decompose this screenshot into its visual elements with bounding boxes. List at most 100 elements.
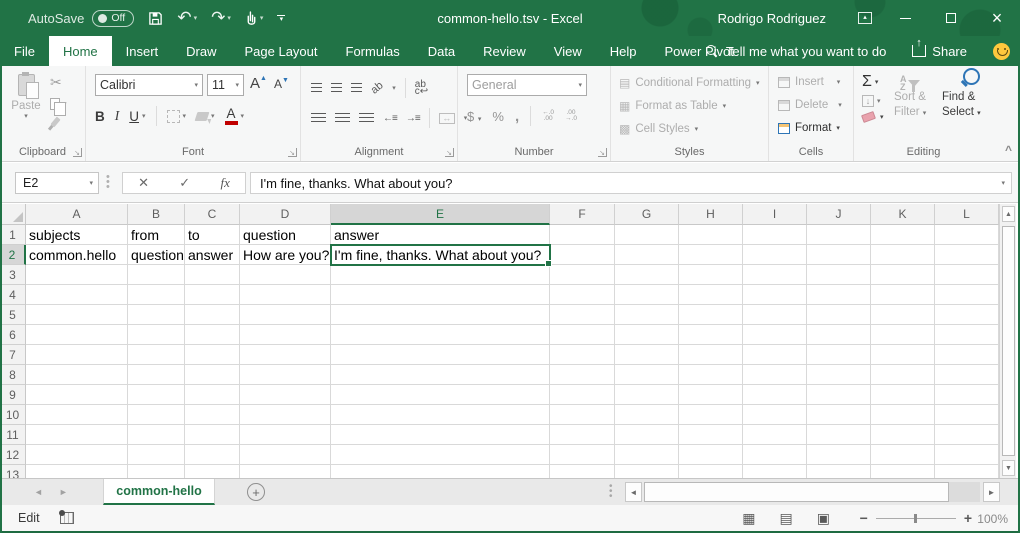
cell-A12[interactable] [26, 445, 128, 465]
cell-E1[interactable]: answer [331, 225, 550, 245]
cell-G8[interactable] [615, 365, 679, 385]
cell-D9[interactable] [240, 385, 331, 405]
tab-review[interactable]: Review [469, 36, 540, 66]
cell-H4[interactable] [679, 285, 743, 305]
orientation-button[interactable]: ab [369, 79, 386, 96]
cell-L1[interactable] [935, 225, 999, 245]
cell-G9[interactable] [615, 385, 679, 405]
share-button[interactable]: Share [912, 44, 967, 59]
cell-L9[interactable] [935, 385, 999, 405]
scroll-right-button[interactable]: ► [983, 482, 1000, 502]
cell-K9[interactable] [871, 385, 935, 405]
cell-C11[interactable] [185, 425, 240, 445]
cell-G6[interactable] [615, 325, 679, 345]
cell-C4[interactable] [185, 285, 240, 305]
select-all-corner[interactable] [0, 204, 26, 225]
cell-K5[interactable] [871, 305, 935, 325]
cell-A8[interactable] [26, 365, 128, 385]
column-header-F[interactable]: F [550, 204, 615, 225]
cell-L12[interactable] [935, 445, 999, 465]
merge-center-button[interactable]: ↔ [439, 113, 455, 124]
cell-K13[interactable] [871, 465, 935, 478]
cell-I13[interactable] [743, 465, 807, 478]
scroll-up-button[interactable]: ▲ [1002, 206, 1015, 222]
expand-formula-bar-icon[interactable]: ▾ [1001, 179, 1005, 187]
cell-A10[interactable] [26, 405, 128, 425]
tab-insert[interactable]: Insert [112, 36, 173, 66]
cell-J12[interactable] [807, 445, 871, 465]
tab-scroll-splitter[interactable]: ••• [609, 484, 613, 499]
column-header-E[interactable]: E [331, 204, 550, 225]
zoom-percentage[interactable]: 100% [977, 512, 1008, 526]
signed-in-user[interactable]: Rodrigo Rodriguez [718, 11, 826, 26]
decrease-decimal-button[interactable]: .00 →.0 [565, 110, 577, 122]
cell-G5[interactable] [615, 305, 679, 325]
row-header-10[interactable]: 10 [0, 405, 26, 425]
autosum-button[interactable]: Σ▾ [862, 74, 884, 89]
number-dialog-launcher[interactable] [598, 148, 607, 157]
tab-data[interactable]: Data [414, 36, 469, 66]
zoom-slider[interactable] [876, 518, 956, 519]
format-dropdown-icon[interactable]: ▾ [836, 124, 840, 132]
column-header-J[interactable]: J [807, 204, 871, 225]
column-header-H[interactable]: H [679, 204, 743, 225]
cut-button[interactable]: ✂ [50, 74, 67, 91]
cell-E5[interactable] [331, 305, 550, 325]
cell-B5[interactable] [128, 305, 185, 325]
bottom-align-icon[interactable] [351, 83, 362, 93]
cell-F11[interactable] [550, 425, 615, 445]
tab-view[interactable]: View [540, 36, 596, 66]
cell-G11[interactable] [615, 425, 679, 445]
horizontal-scrollbar[interactable]: ◄ ► [625, 482, 1000, 502]
row-header-13[interactable]: 13 [0, 465, 26, 478]
cell-I11[interactable] [743, 425, 807, 445]
tell-me-box[interactable]: Tell me what you want to do [706, 44, 886, 59]
cell-D2[interactable]: How are you? [240, 245, 331, 265]
clipboard-dialog-launcher[interactable] [73, 148, 82, 157]
cell-K4[interactable] [871, 285, 935, 305]
cell-E7[interactable] [331, 345, 550, 365]
row-header-5[interactable]: 5 [0, 305, 26, 325]
row-header-9[interactable]: 9 [0, 385, 26, 405]
cell-K6[interactable] [871, 325, 935, 345]
row-header-2[interactable]: 2 [0, 245, 26, 265]
column-header-K[interactable]: K [871, 204, 935, 225]
cell-G4[interactable] [615, 285, 679, 305]
comma-style-button[interactable]: , [515, 108, 519, 125]
cell-B13[interactable] [128, 465, 185, 478]
sort-filter-button[interactable]: Sort &Filter ▾ [894, 90, 926, 121]
cell-A13[interactable] [26, 465, 128, 478]
save-button[interactable] [148, 11, 163, 26]
cell-J7[interactable] [807, 345, 871, 365]
cell-C1[interactable]: to [185, 225, 240, 245]
orientation-dropdown-icon[interactable]: ▾ [392, 84, 396, 92]
tab-help[interactable]: Help [596, 36, 651, 66]
row-header-6[interactable]: 6 [0, 325, 26, 345]
undo-dropdown-icon[interactable]: ▾ [194, 14, 198, 22]
cell-H2[interactable] [679, 245, 743, 265]
redo-dropdown-icon[interactable]: ▾ [227, 14, 231, 22]
bold-button[interactable]: B [95, 109, 105, 124]
cell-E6[interactable] [331, 325, 550, 345]
cell-F12[interactable] [550, 445, 615, 465]
cell-L10[interactable] [935, 405, 999, 425]
cell-H10[interactable] [679, 405, 743, 425]
cell-K10[interactable] [871, 405, 935, 425]
cancel-button[interactable]: ✕ [138, 175, 149, 191]
cell-K7[interactable] [871, 345, 935, 365]
cell-J2[interactable] [807, 245, 871, 265]
cell-F3[interactable] [550, 265, 615, 285]
vertical-scrollbar[interactable]: ▲ ▼ [999, 204, 1016, 478]
zoom-in-button[interactable]: + [964, 510, 972, 526]
cell-F2[interactable] [550, 245, 615, 265]
autosum-dropdown-icon[interactable]: ▾ [875, 78, 879, 86]
format-as-table-button[interactable]: ▦Format as Table▾ [619, 99, 726, 113]
cell-H12[interactable] [679, 445, 743, 465]
horizontal-scroll-track[interactable] [644, 482, 980, 502]
cell-G12[interactable] [615, 445, 679, 465]
cell-A9[interactable] [26, 385, 128, 405]
cell-B4[interactable] [128, 285, 185, 305]
cell-K11[interactable] [871, 425, 935, 445]
formula-bar-splitter[interactable]: ••• [106, 175, 110, 190]
currency-button[interactable]: $ ▾ [467, 109, 481, 124]
